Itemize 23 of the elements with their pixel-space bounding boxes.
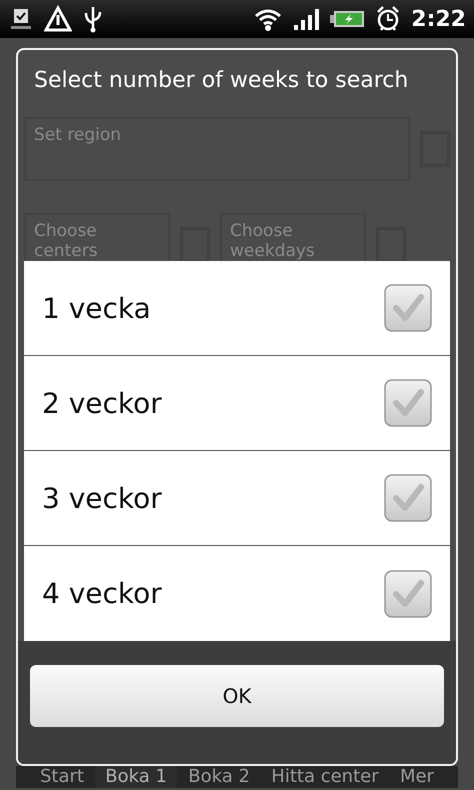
tab[interactable]: Start [30,766,94,788]
week-option[interactable]: 4 veckor [24,546,450,641]
week-option[interactable]: 3 veckor [24,451,450,546]
download-icon [8,6,34,32]
signal-icon [293,7,320,31]
alarm-icon [375,5,402,33]
week-option[interactable]: 2 veckor [24,356,450,451]
dialog-title: Select number of weeks to search [33,67,410,95]
checkbox[interactable] [384,570,432,618]
usb-icon [82,5,104,33]
week-option[interactable]: 1 vecka [24,261,450,356]
battery-icon [329,9,366,29]
tab[interactable]: Boka 2 [178,766,260,788]
checkbox[interactable] [384,284,432,332]
checkbox[interactable] [384,379,432,427]
clock-time: 2:22 [411,6,466,32]
region-field: Set region [24,117,410,181]
ok-button[interactable]: OK [30,665,444,727]
warning-icon [44,5,72,33]
tab[interactable]: Mer [390,766,444,788]
tab[interactable]: Boka 1 [95,766,177,788]
checkbox[interactable] [384,474,432,522]
tab[interactable]: Hitta center [261,766,389,788]
